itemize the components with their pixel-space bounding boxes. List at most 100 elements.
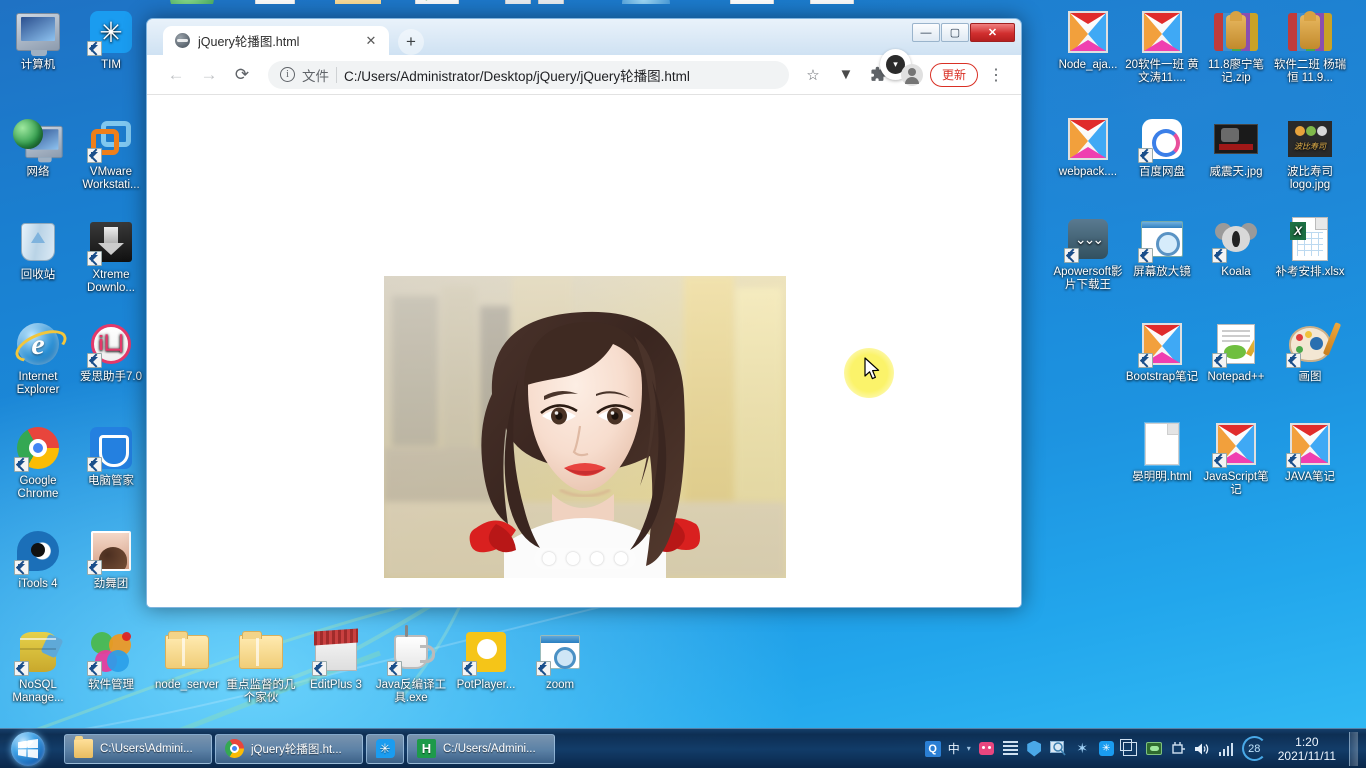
address-bar[interactable]: i 文件 C:/Users/Administrator/Desktop/jQue… bbox=[268, 60, 789, 89]
desktop-icon-bootstrap-notes[interactable]: Bootstrap笔记 bbox=[1124, 320, 1200, 384]
tray-icon-window-switcher[interactable] bbox=[1120, 738, 1139, 757]
tray-icon-network-signal[interactable] bbox=[1218, 740, 1235, 757]
desktop-icon-potplayer[interactable]: PotPlayer... bbox=[448, 628, 524, 692]
icon-label: 波比寿司logo.jpg bbox=[1287, 166, 1333, 191]
tray-icon-video-downloader[interactable] bbox=[1002, 740, 1019, 757]
desktop-icon-itools[interactable]: iTools 4 bbox=[0, 527, 76, 591]
tray-icon-pink-app[interactable] bbox=[978, 740, 995, 757]
carousel-dot-1[interactable] bbox=[542, 552, 556, 565]
carousel-widget[interactable] bbox=[384, 276, 786, 578]
desktop-icon-screen-magnifier[interactable]: 屏幕放大镜 bbox=[1124, 215, 1200, 279]
desktop-icon-aisi-assistant[interactable]: 爱思助手7.0 bbox=[73, 320, 149, 384]
tray-icon-tim[interactable]: ✳ bbox=[1098, 740, 1115, 757]
x-file-icon bbox=[1138, 320, 1186, 368]
desktop-icon-sushi-logo-jpg[interactable]: 波比寿司 波比寿司logo.jpg bbox=[1272, 115, 1348, 192]
desktop-icon-baidu-netdisk[interactable]: 百度网盘 bbox=[1124, 115, 1200, 179]
new-tab-button[interactable]: + bbox=[398, 29, 424, 55]
tray-icon-security-shield[interactable] bbox=[1026, 740, 1043, 757]
close-icon[interactable]: ✕ bbox=[363, 33, 379, 49]
audition-game-icon bbox=[87, 527, 135, 575]
folder-icon bbox=[74, 736, 93, 758]
desktop-icon-node-ajax[interactable]: Node_aja... bbox=[1050, 8, 1126, 72]
desktop-icon-audition[interactable]: 劲舞团 bbox=[73, 527, 149, 591]
close-button[interactable]: ✕ bbox=[970, 23, 1015, 42]
minimize-button[interactable]: — bbox=[912, 23, 940, 42]
desktop-icon-node-server[interactable]: node_server bbox=[149, 628, 225, 692]
desktop-icon-software-manager[interactable]: 软件管理 bbox=[73, 628, 149, 692]
desktop-icon-weizhentian-jpg[interactable]: 威震天.jpg bbox=[1198, 115, 1274, 179]
desktop-icon-paint[interactable]: 画图 bbox=[1272, 320, 1348, 384]
task-label: jQuery轮播图.ht... bbox=[251, 743, 342, 756]
desktop-icon-class20-huangwentao[interactable]: 20软件一班 黄文涛11.... bbox=[1124, 8, 1200, 85]
folder-icon bbox=[237, 628, 285, 676]
tray-icon-bluetooth[interactable]: ✶ bbox=[1074, 740, 1091, 757]
tray-icon-temperature[interactable]: 28 bbox=[1241, 736, 1267, 761]
back-button[interactable]: ← bbox=[161, 60, 191, 90]
desktop-icon-recycle-bin[interactable]: 回收站 bbox=[0, 218, 76, 282]
taskbar-item-hbuilder[interactable]: H C:/Users/Admini... bbox=[407, 733, 555, 764]
maximize-button[interactable]: ▢ bbox=[941, 23, 969, 42]
taskbar-item-chrome[interactable]: jQuery轮播图.ht... bbox=[215, 733, 363, 764]
show-desktop-button[interactable] bbox=[1349, 731, 1358, 766]
desktop-icon-javascript-notes[interactable]: JavaScript笔记 bbox=[1198, 420, 1274, 497]
tab-title: jQuery轮播图.html bbox=[198, 35, 300, 49]
desktop-icon-liaoning-notes-zip[interactable]: 11.8廖宁笔记.zip bbox=[1198, 8, 1274, 85]
paint-icon bbox=[1286, 320, 1342, 368]
desktop-icon-notepadpp[interactable]: Notepad++ bbox=[1198, 320, 1274, 384]
icon-label: NoSQL Manage... bbox=[12, 679, 64, 704]
carousel-dot-4[interactable] bbox=[614, 552, 628, 565]
forward-button[interactable]: → bbox=[194, 60, 224, 90]
editplus-icon bbox=[312, 628, 360, 676]
desktop-icon-class2-yangruiheng[interactable]: 软件二班 杨瑞恒 11.9... bbox=[1272, 8, 1348, 85]
desktop-icon-makeup-exam-xlsx[interactable]: X 补考安排.xlsx bbox=[1272, 215, 1348, 279]
info-icon[interactable]: i bbox=[280, 67, 295, 82]
taskbar-item-explorer[interactable]: C:\Users\Admini... bbox=[64, 733, 212, 764]
icon-label: 威震天.jpg bbox=[1209, 166, 1263, 178]
update-button[interactable]: 更新 bbox=[929, 62, 978, 87]
reload-button[interactable]: ⟳ bbox=[227, 60, 257, 90]
desktop-icon-vmware[interactable]: VMware Workstati... bbox=[73, 115, 149, 192]
desktop-icon-koala[interactable]: Koala bbox=[1198, 215, 1274, 279]
start-button[interactable] bbox=[2, 730, 54, 768]
desktop-icon-zoom[interactable]: zoom bbox=[522, 628, 598, 692]
bookmark-star-icon[interactable]: ☆ bbox=[798, 60, 828, 90]
desktop-icon-yanmingming-html[interactable]: 晏明明.html bbox=[1124, 420, 1200, 484]
carousel-dot-3[interactable] bbox=[590, 552, 604, 565]
tab-jquery-carousel[interactable]: jQuery轮播图.html ✕ bbox=[163, 26, 389, 55]
desktop-icon-nosql-manager[interactable]: NoSQL Manage... bbox=[0, 628, 76, 705]
icon-label: VMware Workstati... bbox=[82, 166, 140, 191]
carousel-dot-2[interactable] bbox=[566, 552, 580, 565]
desktop-icon-java-decompiler[interactable]: Java反编译工具.exe bbox=[373, 625, 449, 705]
tray-icon-green-app[interactable] bbox=[1146, 740, 1163, 757]
icon-label: 回收站 bbox=[20, 269, 56, 281]
chevron-down-icon[interactable]: ▾ bbox=[967, 744, 971, 753]
desktop-icon-internet-explorer[interactable]: Internet Explorer bbox=[0, 320, 76, 397]
x-file-icon bbox=[1064, 115, 1112, 163]
desktop-icon-pc-manager[interactable]: 电脑管家 bbox=[73, 424, 149, 488]
tray-icon-volume[interactable] bbox=[1194, 740, 1211, 757]
icon-label: 软件二班 杨瑞恒 11.9... bbox=[1273, 59, 1347, 84]
desktop-icon-watch-folder[interactable]: 重点监督的几个家伙 bbox=[223, 628, 299, 705]
desktop-icon-network[interactable]: 网络 bbox=[0, 115, 76, 179]
carousel-dots[interactable] bbox=[534, 548, 636, 569]
icon-label: 20软件一班 黄文涛11.... bbox=[1125, 59, 1199, 84]
ime-search-icon[interactable]: Q bbox=[924, 740, 941, 757]
extension-v-icon[interactable]: ▼ bbox=[831, 60, 861, 90]
tray-icon-screen-magnifier[interactable] bbox=[1050, 740, 1067, 757]
itools-icon bbox=[14, 527, 62, 575]
icon-label: 电脑管家 bbox=[88, 475, 134, 487]
taskbar-clock[interactable]: 1:20 2021/11/11 bbox=[1274, 735, 1336, 763]
desktop-icon-java-notes[interactable]: JAVA笔记 bbox=[1272, 420, 1348, 484]
desktop-icon-webpack[interactable]: webpack.... bbox=[1050, 115, 1126, 179]
desktop-icon-google-chrome[interactable]: Google Chrome bbox=[0, 424, 76, 501]
computer-icon bbox=[14, 8, 62, 56]
desktop-icon-apowersoft[interactable]: Apowersoft影片下载王 bbox=[1050, 215, 1126, 292]
tray-icon-usb-eject[interactable] bbox=[1170, 740, 1187, 757]
desktop-icon-xtreme-download[interactable]: Xtreme Downlo... bbox=[73, 218, 149, 295]
taskbar-item-tim[interactable]: ✳ bbox=[366, 733, 404, 764]
desktop-icon-editplus[interactable]: EditPlus 3 bbox=[298, 628, 374, 692]
desktop-icon-tim[interactable]: TIM bbox=[73, 8, 149, 72]
browser-menu-button[interactable]: ⋮ bbox=[981, 60, 1011, 90]
ime-language-label[interactable]: 中 bbox=[948, 740, 960, 757]
desktop-icon-computer[interactable]: 计算机 bbox=[0, 8, 76, 72]
